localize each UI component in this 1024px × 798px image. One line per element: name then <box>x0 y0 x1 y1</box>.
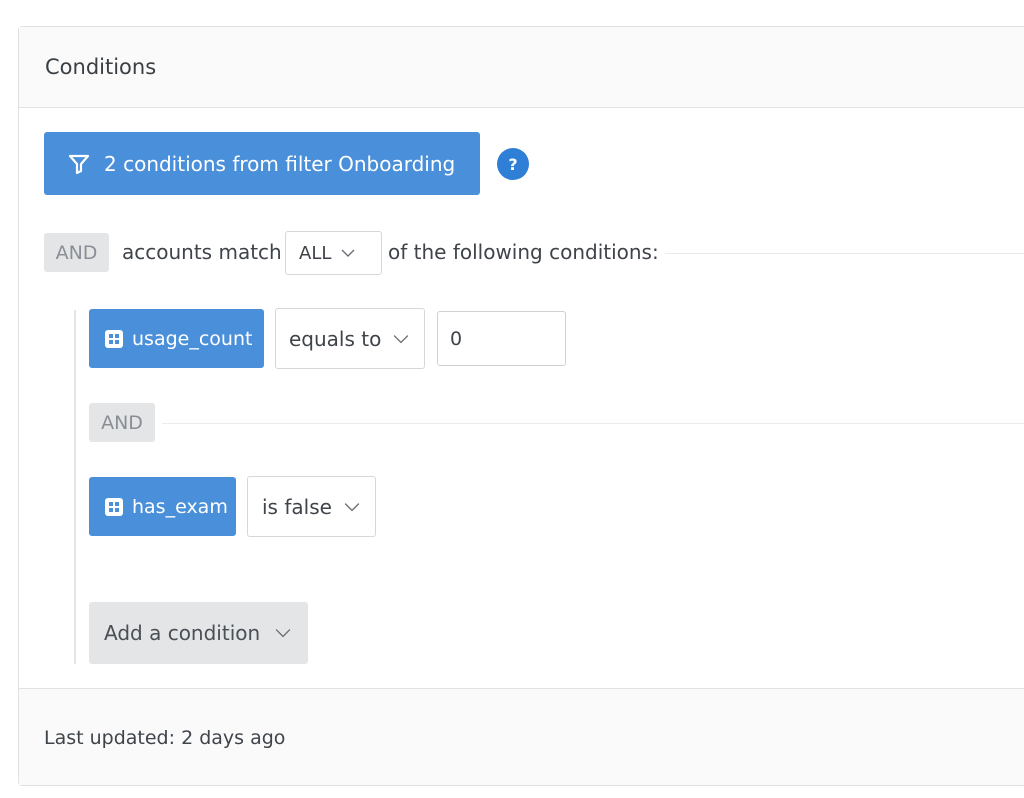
group-line <box>74 310 76 664</box>
match-mode-select[interactable]: ALL <box>285 231 382 275</box>
help-icon[interactable]: ? <box>497 148 529 180</box>
condition-field-label: has_exam <box>132 495 228 518</box>
condition-operator-value: is false <box>262 494 332 519</box>
group-operator-badge: AND <box>44 233 109 272</box>
field-grid-icon <box>105 497 123 516</box>
match-mode-value: ALL <box>299 242 332 264</box>
chevron-down-icon <box>344 502 360 511</box>
condition-operator-value: equals to <box>289 326 382 351</box>
field-grid-icon <box>105 329 123 348</box>
chevron-down-icon <box>394 334 409 343</box>
divider <box>665 253 1024 254</box>
divider <box>162 423 1024 424</box>
panel-title: Conditions <box>45 55 157 79</box>
condition-operator-select[interactable]: is false <box>247 476 376 537</box>
filter-conditions-label: 2 conditions from filter Onboarding <box>104 151 456 176</box>
funnel-icon <box>68 153 90 175</box>
match-prefix-text: accounts match <box>122 240 282 264</box>
chevron-down-icon <box>341 249 355 257</box>
condition-field-label: usage_count <box>132 327 253 350</box>
filter-conditions-button[interactable]: 2 conditions from filter Onboarding <box>44 132 480 195</box>
add-condition-label: Add a condition <box>104 621 261 645</box>
panel-footer: Last updated: 2 days ago <box>19 688 1024 785</box>
condition-operator-select[interactable]: equals to <box>275 308 425 369</box>
last-updated-text: Last updated: 2 days ago <box>44 727 286 749</box>
condition-field-usage-count[interactable]: usage_count <box>89 309 264 368</box>
condition-operator-badge: AND <box>89 403 155 442</box>
condition-field-has-exam[interactable]: has_exam <box>89 477 236 536</box>
match-suffix-text: of the following conditions: <box>388 240 659 264</box>
add-condition-button[interactable]: Add a condition <box>89 602 308 664</box>
condition-value-input[interactable] <box>437 311 566 366</box>
panel-header: Conditions <box>19 27 1024 108</box>
chevron-down-icon <box>275 629 291 638</box>
